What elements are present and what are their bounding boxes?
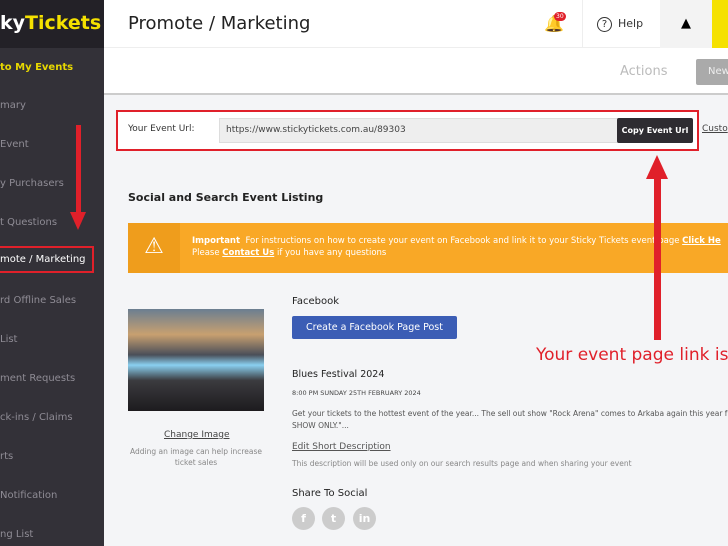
sidebar-item-event[interactable]: Event [0, 139, 29, 150]
sidebar-item-promote-marketing[interactable]: mote / Marketing [0, 246, 94, 273]
page-title: Promote / Marketing [128, 13, 311, 34]
sidebar-item-requests[interactable]: ment Requests [0, 373, 75, 384]
help-label: Help [618, 17, 644, 30]
actions-menu[interactable]: Actions [620, 64, 668, 79]
change-image-link[interactable]: Change Image [164, 430, 230, 440]
collapse-button[interactable]: ▲ [660, 0, 712, 48]
logo[interactable]: kyTickets [0, 0, 104, 48]
annotation-arrow-shaft [76, 125, 81, 215]
share-to-social-label: Share To Social [292, 488, 368, 499]
important-alert: ⚠ Important For instructions on how to c… [128, 223, 728, 273]
facebook-label: Facebook [292, 296, 339, 307]
notification-badge: 30 [554, 12, 566, 21]
event-date: 8:00 PM SUNDAY 25TH FEBRUARY 2024 [292, 389, 421, 397]
click-here-link[interactable]: Click He [682, 236, 721, 246]
alert-text-1: For instructions on how to create your e… [245, 236, 680, 246]
accent-block [712, 0, 728, 48]
sidebar-item-waiting-list[interactable]: ng List [0, 529, 33, 540]
section-title: Social and Search Event Listing [128, 191, 324, 204]
logo-text: ky [0, 12, 26, 34]
sidebar-item-questions[interactable]: t Questions [0, 217, 57, 228]
alert-text: Important For instructions on how to cre… [192, 235, 721, 259]
event-description: Get your tickets to the hottest event of… [292, 408, 727, 432]
sidebar-item-purchasers[interactable]: y Purchasers [0, 178, 64, 189]
sidebar-item-offline-sales[interactable]: rd Offline Sales [0, 295, 76, 306]
event-description-line2: SHOW ONLY."... [292, 421, 349, 430]
contact-us-link[interactable]: Contact Us [222, 248, 274, 258]
event-description-line1: Get your tickets to the hottest event of… [292, 409, 728, 418]
action-bar: Actions New [104, 48, 728, 95]
event-image [128, 309, 264, 411]
annotation-arrow-up-head [646, 155, 668, 179]
twitter-icon[interactable]: t [322, 507, 345, 530]
sidebar-item-notification[interactable]: Notification [0, 490, 57, 501]
caret-up-icon: ▲ [681, 16, 691, 31]
description-hint: This description will be used only on ou… [292, 459, 632, 468]
warning-icon: ⚠ [128, 223, 180, 273]
help-button[interactable]: ? Help [582, 0, 660, 48]
image-hint: Adding an image can help increase ticket… [129, 447, 263, 467]
facebook-icon[interactable]: f [292, 507, 315, 530]
event-name: Blues Festival 2024 [292, 369, 385, 380]
logo-text-accent: Tickets [25, 12, 102, 34]
header: Promote / Marketing 🔔 30 ? Help ▲ [104, 0, 728, 48]
annotation-text: Your event page link is [536, 345, 728, 365]
annotation-arrow-up-shaft [654, 175, 661, 340]
sidebar-item-reports[interactable]: rts [0, 451, 13, 462]
event-url-label: Your Event Url: [128, 124, 195, 134]
copy-event-url-button[interactable]: Copy Event Url [617, 118, 693, 143]
linkedin-icon[interactable]: in [353, 507, 376, 530]
edit-short-description-link[interactable]: Edit Short Description [292, 442, 391, 452]
custom-url-link[interactable]: Custo [702, 124, 728, 134]
sidebar: kyTickets to My Events mary Event y Purc… [0, 0, 104, 546]
event-url-box: Your Event Url: https://www.stickyticket… [116, 110, 699, 151]
sidebar-item-back[interactable]: to My Events [0, 62, 73, 73]
alert-text-2b: if you have any questions [276, 248, 387, 258]
annotation-arrow-head [70, 212, 86, 230]
alert-strong: Important [192, 236, 241, 246]
alert-text-2a: Please [192, 248, 220, 258]
sidebar-item-summary[interactable]: mary [0, 100, 26, 111]
create-facebook-post-button[interactable]: Create a Facebook Page Post [292, 316, 457, 339]
new-button[interactable]: New [696, 59, 728, 85]
sidebar-item-checkins[interactable]: ck-ins / Claims [0, 412, 73, 423]
event-url-input[interactable]: https://www.stickytickets.com.au/89303 [219, 118, 619, 143]
sidebar-item-list[interactable]: List [0, 334, 17, 345]
question-icon: ? [597, 17, 612, 32]
